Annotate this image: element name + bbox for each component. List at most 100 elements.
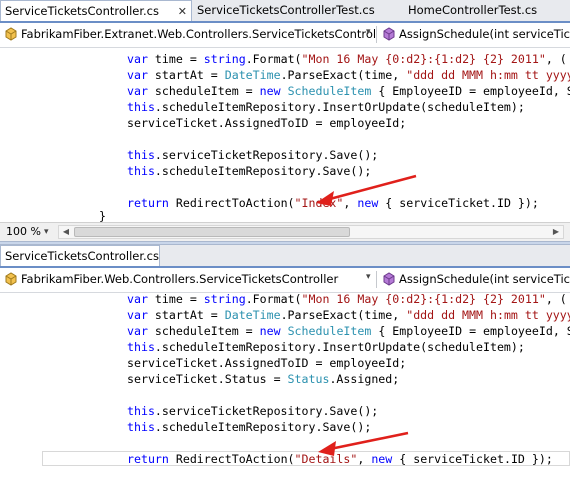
class-icon xyxy=(4,27,18,41)
code-token: .ParseExact(time, xyxy=(280,308,407,322)
code-token: startAt = xyxy=(147,68,225,82)
code-token: .Assigned; xyxy=(329,372,400,386)
code-token: this xyxy=(127,404,155,418)
code-token: this xyxy=(127,100,155,114)
code-token: { EmployeeID = employeeId, S xyxy=(371,324,570,338)
code-line: serviceTicket.Status = Status.Assigned; xyxy=(127,371,399,387)
code-token: { serviceTicket.ID }); xyxy=(392,452,553,466)
code-token: time = xyxy=(147,52,204,66)
code-token: .Format( xyxy=(245,52,302,66)
bottom-tab-strip: ServiceTicketsController.cs xyxy=(0,245,570,268)
code-token: ScheduleItem xyxy=(287,84,372,98)
code-token: DateTime xyxy=(224,308,281,322)
close-tab-icon[interactable]: ✕ xyxy=(178,1,187,22)
member-dropdown-value: AssignSchedule(int serviceTicket xyxy=(399,272,570,286)
tab-servicetickets-controller-test[interactable]: ServiceTicketsControllerTest.cs xyxy=(193,0,403,21)
class-dropdown-value: FabrikamFiber.Web.Controllers.ServiceTic… xyxy=(21,272,339,286)
code-token: new xyxy=(259,324,281,338)
code-token: var xyxy=(127,52,148,66)
top-status-bar: 100 % ▾ ◀ ▶ xyxy=(0,222,570,241)
code-token: .ParseExact(time, xyxy=(280,68,407,82)
top-tab-strip: ServiceTicketsController.cs ✕ ServiceTic… xyxy=(0,0,570,23)
class-icon xyxy=(4,272,18,286)
tab-servicetickets-controller[interactable]: ServiceTicketsController.cs xyxy=(0,245,160,266)
class-dropdown[interactable]: FabrikamFiber.Extranet.Web.Controllers.S… xyxy=(4,26,377,43)
member-dropdown[interactable]: AssignSchedule(int serviceTicket xyxy=(382,271,570,288)
code-token: this xyxy=(127,340,155,354)
code-token: time = xyxy=(147,292,204,306)
code-token: return xyxy=(127,452,169,466)
tab-label: ServiceTicketsController.cs xyxy=(5,4,159,18)
code-token: .scheduleItemRepository.InsertOrUpdate(s… xyxy=(154,340,525,354)
code-token: this xyxy=(127,148,155,162)
code-token: .Format( xyxy=(245,292,302,306)
code-line: var scheduleItem = new ScheduleItem { Em… xyxy=(127,83,570,99)
red-arrow-annotation xyxy=(316,174,417,206)
chevron-down-icon[interactable]: ▾ xyxy=(44,224,49,240)
code-token: var xyxy=(127,292,148,306)
tab-label: ServiceTicketsControllerTest.cs xyxy=(197,3,375,17)
code-token: { EmployeeID = employeeId, S xyxy=(371,84,570,98)
top-navigation-bar: FabrikamFiber.Extranet.Web.Controllers.S… xyxy=(0,23,570,48)
method-icon xyxy=(382,272,396,286)
code-line: this.scheduleItemRepository.InsertOrUpda… xyxy=(127,339,525,355)
code-token: this xyxy=(127,420,155,434)
code-token: "ddd dd MMM h:mm tt yyyy xyxy=(406,68,570,82)
code-token: .serviceTicketRepository.Save(); xyxy=(154,404,379,418)
chevron-down-icon[interactable]: ▾ xyxy=(366,27,371,37)
code-line: serviceTicket.AssignedToID = employeeId; xyxy=(127,355,406,371)
code-line: this.serviceTicketRepository.Save(); xyxy=(127,403,378,419)
code-token: .scheduleItemRepository.InsertOrUpdate(s… xyxy=(154,100,525,114)
code-token: string xyxy=(203,292,246,306)
code-token: ScheduleItem xyxy=(287,324,372,338)
member-dropdown[interactable]: AssignSchedule(int serviceTicketId xyxy=(382,26,570,43)
code-token: this xyxy=(127,164,155,178)
code-line: var startAt = DateTime.ParseExact(time, … xyxy=(127,67,570,83)
code-token: new xyxy=(259,84,281,98)
tab-home-controller-test[interactable]: HomeControllerTest.cs xyxy=(404,0,564,21)
code-token: var xyxy=(127,308,148,322)
class-dropdown-value: FabrikamFiber.Extranet.Web.Controllers.S… xyxy=(21,27,377,41)
code-token: , ( xyxy=(545,292,567,306)
code-token: "ddd dd MMM h:mm tt yyyy xyxy=(406,308,570,322)
tab-label: ServiceTicketsController.cs xyxy=(5,249,159,263)
code-token: serviceTicket.Status = xyxy=(127,372,288,386)
zoom-level[interactable]: 100 % xyxy=(6,224,41,240)
code-token: string xyxy=(203,52,246,66)
code-token: serviceTicket.AssignedToID = employeeId; xyxy=(127,116,407,130)
code-token: RedirectToAction( xyxy=(168,196,295,210)
code-line: var time = string.Format("Mon 16 May {0:… xyxy=(127,51,567,67)
code-token: var xyxy=(127,68,148,82)
class-dropdown[interactable]: FabrikamFiber.Web.Controllers.ServiceTic… xyxy=(4,271,377,288)
code-token: var xyxy=(127,84,148,98)
tab-label: HomeControllerTest.cs xyxy=(408,3,538,17)
code-token: .serviceTicketRepository.Save(); xyxy=(154,148,379,162)
scrollbar-thumb[interactable] xyxy=(74,227,350,237)
code-token: var xyxy=(127,324,148,338)
bottom-editor-pane: ServiceTicketsController.cs FabrikamFibe… xyxy=(0,245,570,489)
code-line: this.scheduleItemRepository.InsertOrUpda… xyxy=(127,99,525,115)
code-token: serviceTicket.AssignedToID = employeeId; xyxy=(127,356,407,370)
chevron-down-icon[interactable]: ▾ xyxy=(366,272,371,282)
bottom-navigation-bar: FabrikamFiber.Web.Controllers.ServiceTic… xyxy=(0,268,570,293)
scroll-right-icon[interactable]: ▶ xyxy=(549,226,563,238)
code-token: scheduleItem = xyxy=(147,84,260,98)
code-line: this.serviceTicketRepository.Save(); xyxy=(127,147,378,163)
code-token: "Mon 16 May {0:d2}:{1:d2} {2} 2011" xyxy=(301,52,546,66)
code-token: "Mon 16 May {0:d2}:{1:d2} {2} 2011" xyxy=(301,292,546,306)
horizontal-scrollbar[interactable]: ◀ ▶ xyxy=(58,225,564,239)
code-token: RedirectToAction( xyxy=(168,452,295,466)
code-token: Status xyxy=(287,372,330,386)
code-line: var startAt = DateTime.ParseExact(time, … xyxy=(127,307,570,323)
bottom-editor-margin xyxy=(0,293,38,489)
scroll-left-icon[interactable]: ◀ xyxy=(59,226,73,238)
top-editor-pane: ServiceTicketsController.cs ✕ ServiceTic… xyxy=(0,0,570,241)
tab-servicetickets-controller[interactable]: ServiceTicketsController.cs ✕ xyxy=(0,0,192,21)
member-dropdown-value: AssignSchedule(int serviceTicketId xyxy=(399,27,570,41)
code-line: var time = string.Format("Mon 16 May {0:… xyxy=(127,291,567,307)
code-token: DateTime xyxy=(224,68,281,82)
code-token: scheduleItem = xyxy=(147,324,260,338)
code-token: startAt = xyxy=(147,308,225,322)
